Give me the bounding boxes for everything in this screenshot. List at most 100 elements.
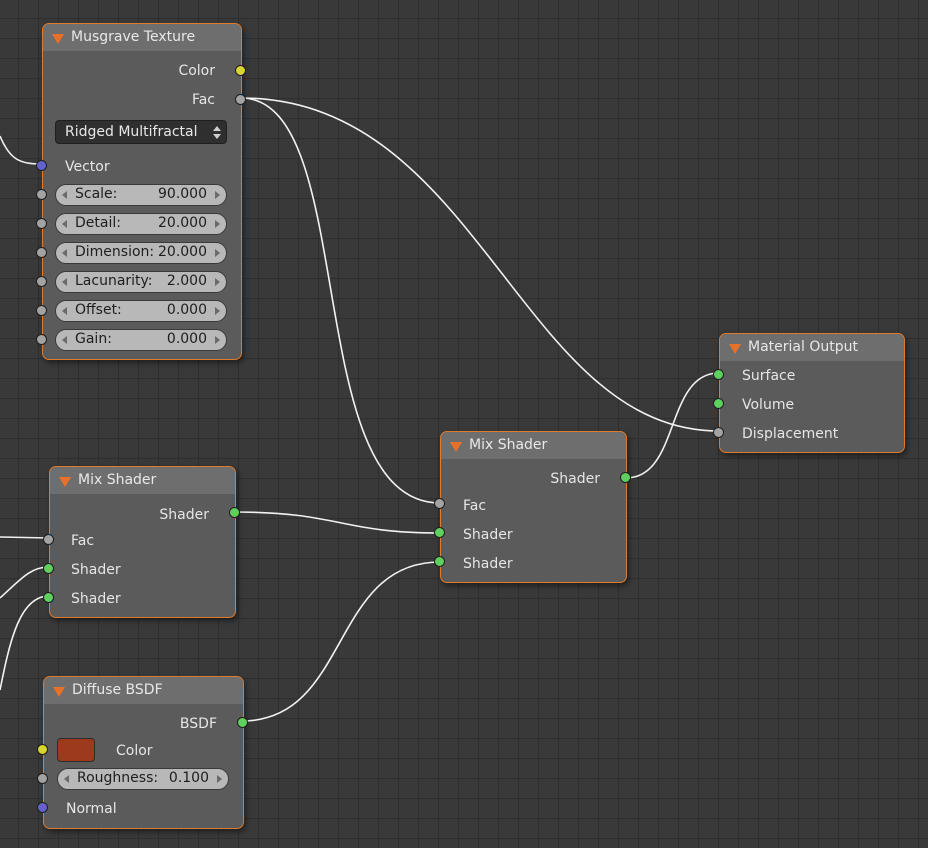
field-name: Gain:	[75, 331, 112, 347]
output-bsdf-socket[interactable]	[237, 717, 248, 728]
detail-field[interactable]: Detail: 20.000	[55, 213, 227, 235]
increment-arrow-icon[interactable]	[215, 307, 220, 315]
link-mix-center-to-surface[interactable]	[625, 372, 720, 479]
lacunarity-field[interactable]: Lacunarity: 2.000	[55, 271, 227, 293]
link-mix-left-to-mix-center[interactable]	[233, 511, 441, 534]
node-title: Material Output	[748, 339, 858, 355]
link-diffuse-to-mix-center[interactable]	[241, 561, 441, 722]
field-name: Detail:	[75, 215, 121, 231]
input-color-socket[interactable]	[37, 744, 48, 755]
input-shader1-socket[interactable]	[434, 527, 445, 538]
output-color-label: Color	[178, 63, 215, 79]
link-musgrave-fac-to-displacement[interactable]	[240, 97, 720, 432]
input-shader1-socket[interactable]	[43, 563, 54, 574]
input-shader2-label: Shader	[71, 591, 121, 607]
decrement-arrow-icon[interactable]	[62, 336, 67, 344]
output-shader-socket[interactable]	[620, 472, 631, 483]
increment-arrow-icon[interactable]	[215, 191, 220, 199]
input-scale-socket[interactable]	[36, 189, 47, 200]
output-fac-socket[interactable]	[235, 94, 246, 105]
collapse-triangle-icon[interactable]	[53, 687, 65, 697]
input-shader2-socket[interactable]	[434, 556, 445, 567]
field-name: Offset:	[75, 302, 122, 318]
link-offscreen-to-mix-fac[interactable]	[0, 536, 50, 539]
collapse-triangle-icon[interactable]	[52, 34, 64, 44]
input-detail-socket[interactable]	[36, 218, 47, 229]
decrement-arrow-icon[interactable]	[62, 307, 67, 315]
decrement-arrow-icon[interactable]	[62, 278, 67, 286]
link-musgrave-fac-to-mix-fac[interactable]	[240, 97, 441, 504]
output-color-socket[interactable]	[235, 65, 246, 76]
increment-arrow-icon[interactable]	[215, 336, 220, 344]
increment-arrow-icon[interactable]	[215, 249, 220, 257]
diffuse-bsdf-node[interactable]: Diffuse BSDF BSDF Color Roughness: 0.100…	[37, 676, 248, 829]
input-shader2-socket[interactable]	[43, 592, 54, 603]
mix-center-node-header[interactable]: Mix Shader	[441, 432, 626, 459]
link-offscreen-to-mix-shader1[interactable]	[0, 566, 50, 599]
field-name: Lacunarity:	[75, 273, 153, 289]
input-gain-socket[interactable]	[36, 334, 47, 345]
output-shader-label: Shader	[159, 507, 209, 523]
roughness-field[interactable]: Roughness: 0.100	[57, 768, 229, 790]
musgrave-node-header[interactable]: Musgrave Texture	[43, 24, 241, 51]
input-lacunarity-socket[interactable]	[36, 276, 47, 287]
input-color-label: Color	[116, 743, 153, 759]
material-output-node[interactable]: Material Output Surface Volume Displacem…	[713, 333, 905, 453]
link-offscreen-to-musgrave-vector[interactable]	[0, 135, 43, 165]
node-title: Musgrave Texture	[71, 29, 196, 45]
field-value: 0.000	[166, 302, 207, 318]
input-dimension-socket[interactable]	[36, 247, 47, 258]
input-fac-socket[interactable]	[43, 534, 54, 545]
decrement-arrow-icon[interactable]	[62, 191, 67, 199]
increment-arrow-icon[interactable]	[217, 775, 222, 783]
input-surface-socket[interactable]	[713, 369, 724, 380]
field-name: Scale:	[75, 186, 118, 202]
collapse-triangle-icon[interactable]	[729, 344, 741, 354]
output-shader-label: Shader	[550, 471, 600, 487]
increment-arrow-icon[interactable]	[215, 220, 220, 228]
mix-left-node-header[interactable]: Mix Shader	[50, 467, 235, 494]
musgrave-type-dropdown[interactable]: Ridged Multifractal	[55, 120, 227, 144]
increment-arrow-icon[interactable]	[215, 278, 220, 286]
input-displacement-label: Displacement	[742, 426, 839, 442]
offset-field[interactable]: Offset: 0.000	[55, 300, 227, 322]
dropdown-value: Ridged Multifractal	[65, 124, 198, 140]
collapse-triangle-icon[interactable]	[59, 477, 71, 487]
field-value: 90.000	[158, 186, 207, 202]
dimension-field[interactable]: Dimension: 20.000	[55, 242, 227, 264]
collapse-triangle-icon[interactable]	[450, 442, 462, 452]
input-shader2-label: Shader	[463, 556, 513, 572]
output-bsdf-label: BSDF	[179, 716, 217, 732]
decrement-arrow-icon[interactable]	[64, 775, 69, 783]
link-offscreen-to-mix-shader2[interactable]	[0, 595, 50, 691]
input-roughness-socket[interactable]	[37, 773, 48, 784]
input-normal-socket[interactable]	[37, 802, 48, 813]
mix-shader-center-node[interactable]: Mix Shader Shader Fac Shader Shader	[434, 431, 631, 583]
decrement-arrow-icon[interactable]	[62, 220, 67, 228]
field-value: 0.000	[166, 331, 207, 347]
input-normal-label: Normal	[66, 801, 117, 817]
output-shader-socket[interactable]	[229, 507, 240, 518]
diffuse-node-header[interactable]: Diffuse BSDF	[44, 677, 243, 704]
field-value: 20.000	[158, 215, 207, 231]
node-title: Mix Shader	[469, 437, 548, 453]
input-volume-socket[interactable]	[713, 398, 724, 409]
input-fac-socket[interactable]	[434, 498, 445, 509]
node-title: Diffuse BSDF	[72, 682, 163, 698]
color-swatch[interactable]	[57, 738, 95, 762]
mix-shader-left-node[interactable]: Mix Shader Shader Fac Shader Shader	[43, 466, 240, 618]
scale-field[interactable]: Scale: 90.000	[55, 184, 227, 206]
musgrave-texture-node[interactable]: Musgrave Texture Color Fac Ridged Multif…	[36, 23, 246, 360]
input-shader1-label: Shader	[463, 527, 513, 543]
input-surface-label: Surface	[742, 368, 796, 384]
input-vector-socket[interactable]	[36, 160, 47, 171]
input-volume-label: Volume	[742, 397, 795, 413]
input-vector-label: Vector	[65, 159, 110, 175]
field-name: Roughness:	[77, 770, 159, 786]
gain-field[interactable]: Gain: 0.000	[55, 329, 227, 351]
material-output-node-header[interactable]: Material Output	[720, 334, 904, 361]
decrement-arrow-icon[interactable]	[62, 249, 67, 257]
input-displacement-socket[interactable]	[713, 427, 724, 438]
input-offset-socket[interactable]	[36, 305, 47, 316]
dropdown-up-arrow-icon	[213, 126, 221, 131]
